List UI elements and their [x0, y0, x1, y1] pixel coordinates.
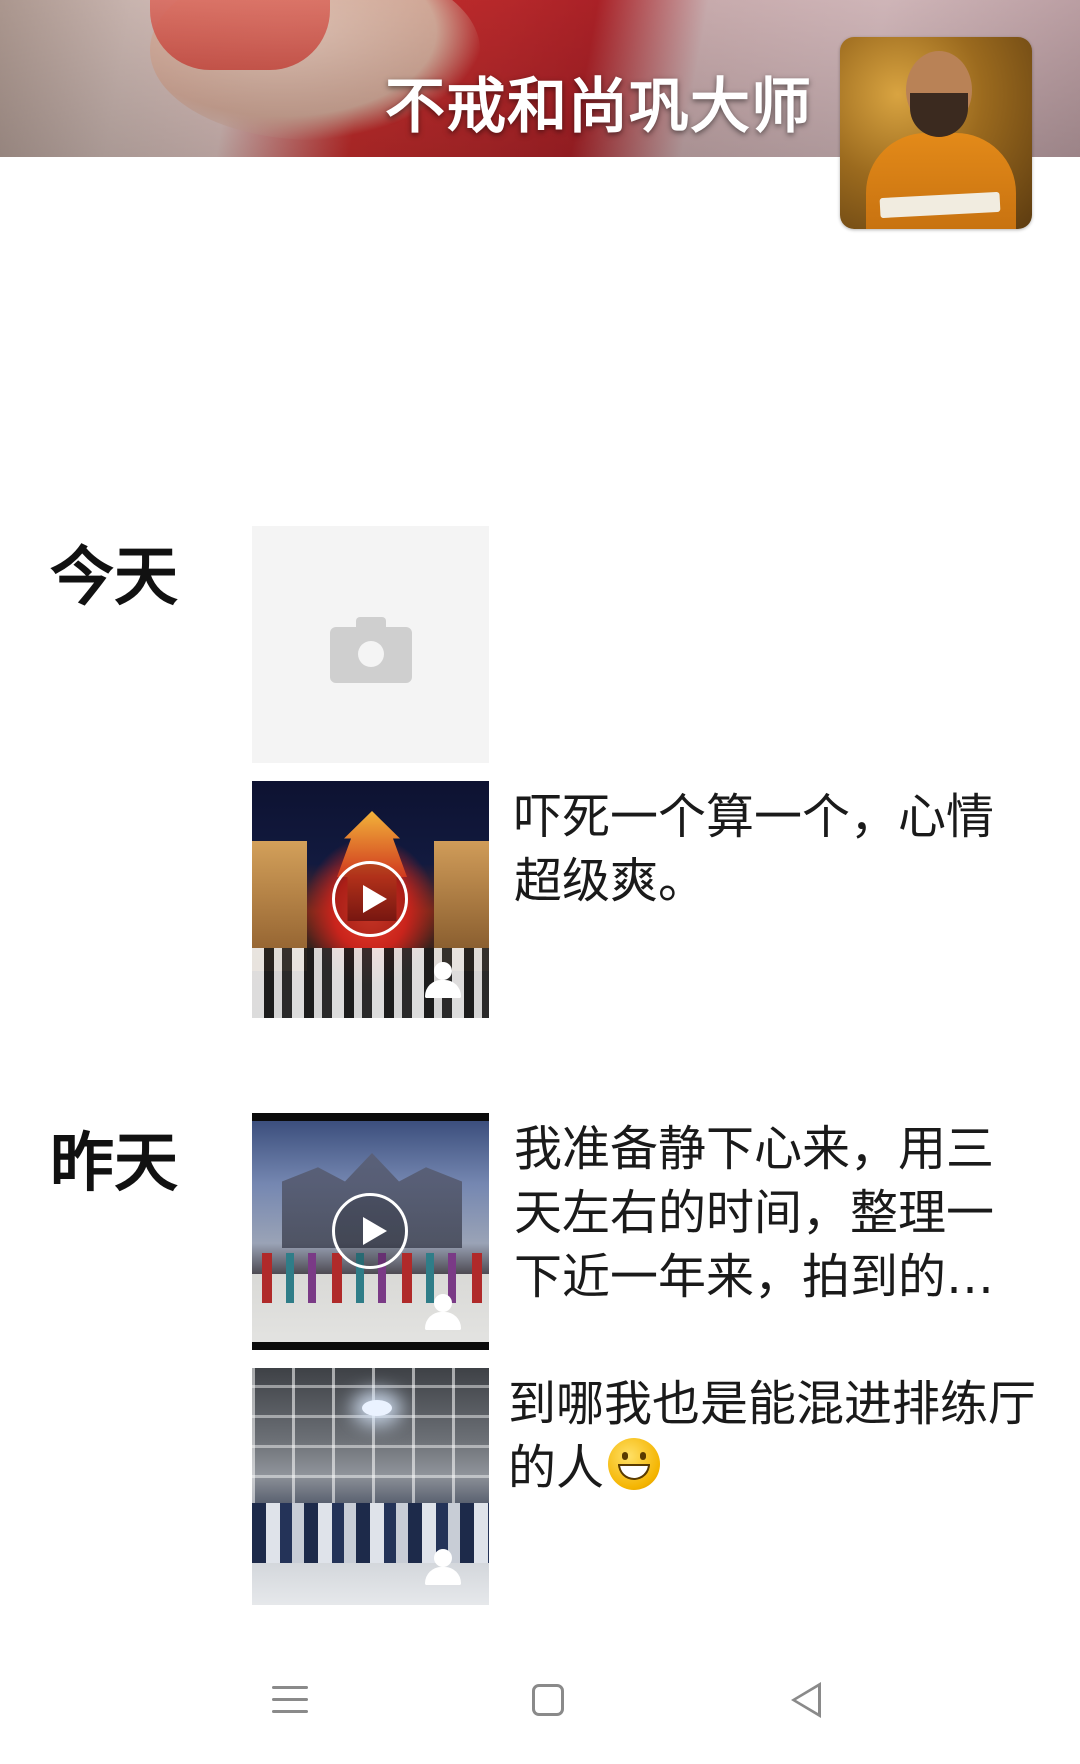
photo-placeholder[interactable] — [252, 526, 489, 763]
home-button[interactable] — [518, 1670, 578, 1730]
post-text[interactable]: 吓死一个算一个，心情超级爽。 — [514, 785, 1038, 913]
home-icon — [532, 1684, 564, 1716]
grin-emoji-icon — [608, 1438, 661, 1490]
avatar[interactable] — [840, 37, 1032, 229]
back-button[interactable] — [776, 1670, 836, 1730]
menu-button[interactable] — [260, 1670, 320, 1730]
date-label-yesterday: 昨天 — [50, 1127, 178, 1201]
user-icon — [423, 962, 463, 1000]
post-text: 到哪我也是能混进排练厅的人 — [508, 1376, 1037, 1496]
back-icon — [791, 1682, 821, 1718]
play-icon[interactable] — [332, 1193, 408, 1269]
user-icon — [423, 1294, 463, 1332]
post-text-with-emoji[interactable]: 到哪我也是能混进排练厅的人 — [508, 1372, 1036, 1500]
profile-name: 不戒和尚巩大师 — [385, 72, 812, 142]
photo-thumbnail[interactable] — [252, 1368, 489, 1605]
system-navigation-bar — [0, 1636, 1080, 1764]
menu-icon — [272, 1682, 308, 1718]
video-thumbnail[interactable] — [252, 781, 489, 1018]
play-icon[interactable] — [332, 861, 408, 937]
video-thumbnail[interactable] — [252, 1113, 489, 1350]
post-text[interactable]: 我准备静下心来，用三天左右的时间，整理一下近一年来，拍到的… — [514, 1117, 1038, 1309]
user-icon — [423, 1549, 463, 1587]
date-label-today: 今天 — [50, 541, 178, 615]
camera-icon — [329, 616, 412, 683]
